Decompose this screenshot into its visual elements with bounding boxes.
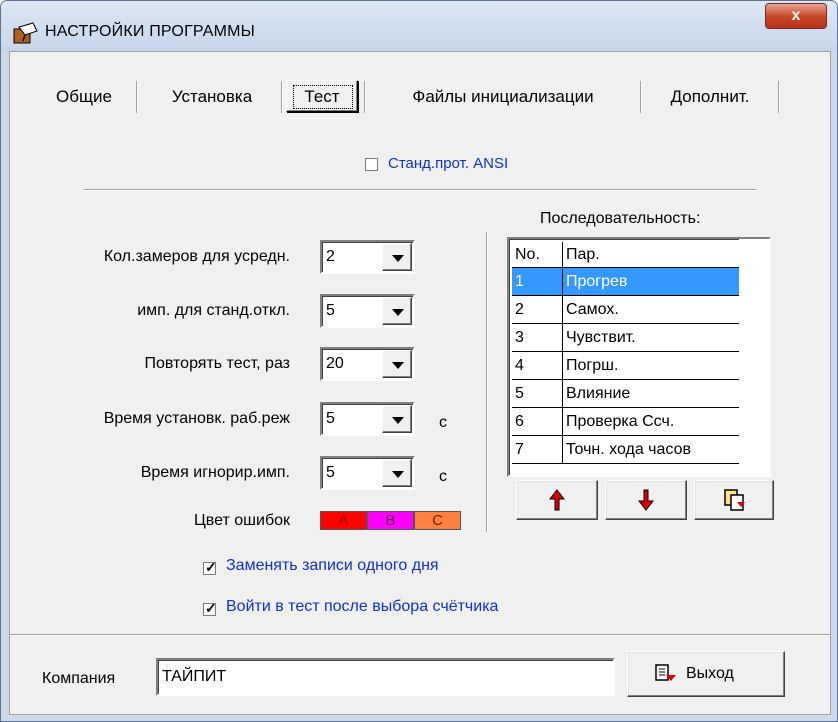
- error-color-c[interactable]: C: [414, 511, 461, 530]
- close-icon: x: [791, 7, 801, 24]
- close-button[interactable]: x: [765, 3, 827, 29]
- separator-bottom: [10, 634, 830, 636]
- company-label: Компания: [42, 670, 116, 687]
- ansi-checkbox[interactable]: [365, 158, 378, 171]
- chevron-down-icon: [392, 362, 404, 369]
- arrow-down-icon: [638, 489, 654, 511]
- enter-test-checkbox[interactable]: ✓: [203, 600, 217, 616]
- dropdown-button[interactable]: [382, 350, 412, 378]
- error-color-a[interactable]: A: [320, 511, 367, 530]
- tab-init-files[interactable]: Файлы инициализации: [372, 78, 634, 116]
- copy-doc-icon: [724, 489, 745, 511]
- dialog-body: Общие Установка Тест Файлы инициализации…: [9, 51, 831, 715]
- app-settings-icon: [13, 22, 38, 44]
- column-header-param[interactable]: Пар.: [563, 242, 740, 268]
- chevron-down-icon: [392, 255, 404, 262]
- exit-doc-icon: [655, 664, 676, 681]
- sequence-title: Последовательность:: [540, 210, 701, 227]
- ignore-imp-select[interactable]: 5: [320, 456, 415, 490]
- move-up-button[interactable]: [516, 480, 598, 520]
- settings-window: НАСТРОЙКИ ПРОГРАММЫ x Общие Установка Те…: [0, 0, 838, 722]
- tab-general[interactable]: Общие: [40, 78, 128, 116]
- stddev-imp-select[interactable]: 5: [320, 294, 415, 328]
- title-bar[interactable]: НАСТРОЙКИ ПРОГРАММЫ x: [1, 1, 837, 51]
- table-row[interactable]: 7 Точн. хода часов: [512, 436, 740, 464]
- settle-time-unit: с: [439, 414, 447, 431]
- chevron-down-icon: [392, 471, 404, 478]
- dropdown-button[interactable]: [382, 405, 412, 433]
- setting-label-settle: Время установк. раб.реж: [103, 410, 290, 427]
- error-color-label: Цвет ошибок: [193, 512, 290, 529]
- table-scroll-area[interactable]: [739, 239, 769, 475]
- dropdown-button[interactable]: [382, 243, 412, 271]
- ignore-imp-value: 5: [326, 464, 335, 481]
- ansi-label: Станд.прот. ANSI: [388, 155, 509, 172]
- checkmark-icon: ✓: [205, 559, 217, 575]
- repeat-select[interactable]: 20: [320, 347, 415, 381]
- tab-extra[interactable]: Дополнит.: [646, 78, 774, 116]
- stddev-imp-value: 5: [326, 302, 335, 319]
- chevron-down-icon: [392, 417, 404, 424]
- settle-time-value: 5: [326, 410, 335, 427]
- sequence-table[interactable]: No. Пар. 1 Прогрев 2 Самох. 3 Чувствит. …: [507, 237, 771, 477]
- error-color-b[interactable]: B: [367, 511, 414, 530]
- exit-label: Выход: [686, 665, 734, 682]
- table-row[interactable]: 5 Влияние: [512, 380, 740, 408]
- table-row[interactable]: 4 Погрш.: [512, 352, 740, 380]
- company-field[interactable]: ТАЙПИТ: [156, 658, 615, 696]
- window-title: НАСТРОЙКИ ПРОГРАММЫ: [45, 23, 256, 40]
- replace-records-checkbox[interactable]: ✓: [203, 559, 217, 575]
- exit-button[interactable]: Выход: [627, 651, 785, 697]
- repeat-value: 20: [326, 355, 344, 372]
- enter-test-label: Войти в тест после выбора счётчика: [226, 598, 499, 615]
- copy-button[interactable]: [694, 480, 774, 520]
- settle-time-select[interactable]: 5: [320, 402, 415, 436]
- setting-label-ignore: Время игнорир.имп.: [140, 464, 290, 481]
- dropdown-button[interactable]: [382, 459, 412, 487]
- setting-label-repeat: Повторять тест, раз: [144, 355, 290, 372]
- checkmark-icon: ✓: [205, 600, 217, 616]
- move-down-button[interactable]: [605, 480, 687, 520]
- replace-records-label: Заменять записи одного дня: [226, 557, 439, 574]
- table-row[interactable]: 3 Чувствит.: [512, 324, 740, 352]
- table-row[interactable]: 6 Проверка Ссч.: [512, 408, 740, 436]
- company-value: ТАЙПИТ: [162, 668, 227, 685]
- separator-vertical: [486, 232, 488, 532]
- column-header-no[interactable]: No.: [512, 242, 563, 268]
- tab-focus-rect: [293, 85, 353, 109]
- separator-top: [84, 189, 756, 191]
- setting-label-avg: Кол.замеров для усредн.: [103, 248, 290, 265]
- arrow-up-icon: [549, 489, 565, 511]
- avg-count-value: 2: [326, 248, 335, 265]
- chevron-down-icon: [392, 309, 404, 316]
- avg-count-select[interactable]: 2: [320, 240, 415, 274]
- dropdown-button[interactable]: [382, 297, 412, 325]
- table-row[interactable]: 2 Самох.: [512, 296, 740, 324]
- table-row[interactable]: 1 Прогрев: [512, 268, 740, 296]
- tab-setup[interactable]: Установка: [146, 78, 278, 116]
- setting-label-stddev: имп. для станд.откл.: [137, 302, 290, 319]
- ignore-imp-unit: с: [439, 468, 447, 485]
